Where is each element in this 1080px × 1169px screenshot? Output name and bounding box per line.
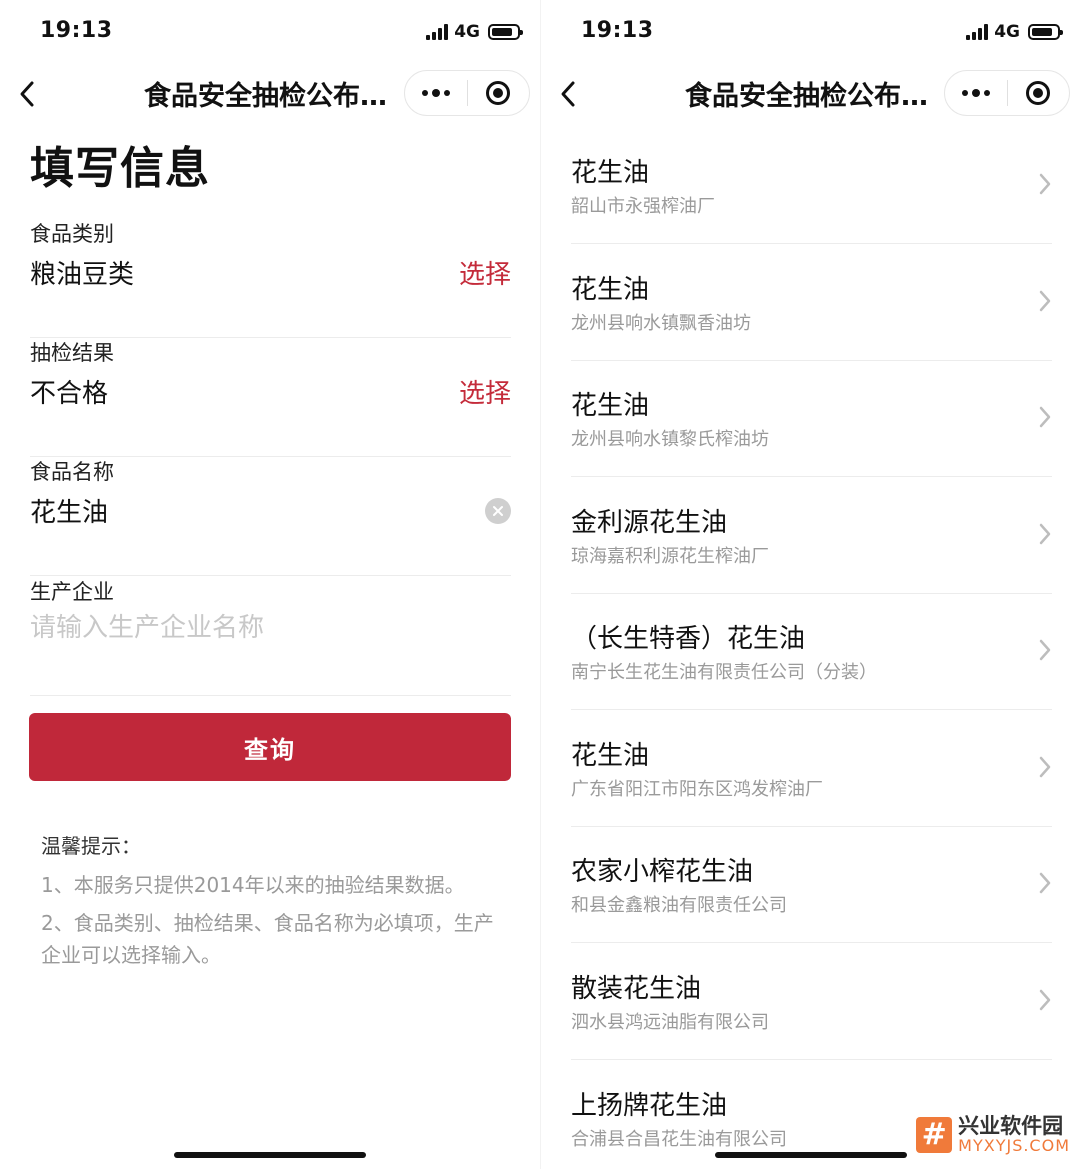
status-bar: 19:13 4G: [0, 0, 540, 64]
result-company: 琼海嘉积利源花生榨油厂: [571, 546, 769, 567]
close-icon: [493, 506, 503, 516]
more-dots-icon: [421, 89, 450, 97]
result-item[interactable]: （长生特香）花生油 南宁长生花生油有限责任公司（分装）: [571, 594, 1052, 710]
more-button[interactable]: [945, 71, 1007, 115]
result-name: 上扬牌花生油: [571, 1091, 728, 1121]
field-label: 生产企业: [30, 580, 114, 604]
tips-line: 1、本服务只提供2014年以来的抽验结果数据。: [41, 873, 465, 897]
result-name: 花生油: [571, 158, 650, 188]
network-label: 4G: [454, 22, 480, 42]
nav-bar: 食品安全抽检公布…: [0, 64, 540, 122]
chevron-left-icon: [561, 81, 575, 107]
food-category-field[interactable]: 食品类别 粮油豆类 选择: [30, 218, 511, 338]
result-company: 广东省阳江市阳东区鸿发榨油厂: [571, 779, 823, 800]
more-button[interactable]: [405, 71, 467, 115]
result-name: 金利源花生油: [571, 508, 728, 538]
signal-icon: [966, 24, 989, 40]
clear-input-button[interactable]: [485, 498, 511, 524]
watermark-name: 兴业软件园: [958, 1114, 1064, 1138]
miniprogram-capsule: [404, 70, 530, 116]
status-time: 19:13: [40, 18, 113, 43]
watermark-domain: MYXYJS.COM: [958, 1136, 1070, 1155]
status-time: 19:13: [581, 18, 654, 43]
result-name: （长生特香）花生油: [571, 624, 806, 654]
signal-icon: [426, 24, 449, 40]
result-name: 花生油: [571, 275, 650, 305]
result-name: 花生油: [571, 391, 650, 421]
field-label: 抽检结果: [30, 341, 114, 365]
result-item[interactable]: 花生油 龙州县响水镇飘香油坊: [571, 245, 1052, 361]
tips-section: 温馨提示： 1、本服务只提供2014年以来的抽验结果数据。 2、食品类别、抽检结…: [41, 830, 501, 971]
status-indicators: 4G: [426, 22, 523, 42]
result-company: 泗水县鸿远油脂有限公司: [571, 1012, 769, 1033]
watermark-logo: # 兴业软件园 MYXYJS.COM: [916, 1115, 1070, 1155]
back-button[interactable]: [10, 72, 46, 116]
close-miniprogram-button[interactable]: [468, 71, 530, 115]
back-button[interactable]: [551, 72, 587, 116]
select-button[interactable]: 选择: [459, 254, 511, 291]
result-item[interactable]: 散装花生油 泗水县鸿远油脂有限公司: [571, 944, 1052, 1060]
home-indicator[interactable]: [174, 1152, 366, 1158]
chevron-left-icon: [20, 81, 34, 107]
nav-title: 食品安全抽检公布…: [144, 81, 387, 112]
more-dots-icon: [961, 89, 990, 97]
chevron-right-icon: [1039, 756, 1051, 778]
watermark-text: 兴业软件园 MYXYJS.COM: [958, 1115, 1070, 1155]
result-item[interactable]: 农家小榨花生油 和县金鑫粮油有限责任公司: [571, 827, 1052, 943]
manufacturer-field: 生产企业: [30, 576, 511, 696]
result-name: 花生油: [571, 741, 650, 771]
food-name-field: 食品名称 花生油: [30, 456, 511, 576]
chevron-right-icon: [1039, 989, 1051, 1011]
query-button[interactable]: 查询: [29, 713, 511, 781]
result-company: 南宁长生花生油有限责任公司（分装）: [571, 662, 877, 683]
chevron-right-icon: [1039, 290, 1051, 312]
status-bar: 19:13 4G: [541, 0, 1080, 64]
chevron-right-icon: [1039, 406, 1051, 428]
chevron-right-icon: [1039, 872, 1051, 894]
field-value: 不合格: [30, 379, 109, 409]
result-company: 合浦县合昌花生油有限公司: [571, 1129, 787, 1150]
field-label: 食品名称: [30, 460, 114, 484]
tips-line: 2、食品类别、抽检结果、食品名称为必填项，生产企业可以选择输入。: [41, 911, 494, 967]
battery-icon: [1028, 24, 1063, 40]
manufacturer-input[interactable]: [30, 608, 470, 648]
page-title: 填写信息: [30, 143, 210, 194]
results-screen: 19:13 4G 食品安全抽检公布… 花生油 韶山市永强榨油厂 花生油 龙州县响…: [540, 0, 1080, 1169]
close-miniprogram-button[interactable]: [1008, 71, 1070, 115]
home-indicator[interactable]: [715, 1152, 907, 1158]
result-company: 龙州县响水镇黎氏榨油坊: [571, 429, 769, 450]
field-value: 粮油豆类: [30, 260, 135, 290]
result-item[interactable]: 花生油 广东省阳江市阳东区鸿发榨油厂: [571, 711, 1052, 827]
hash-logo-icon: #: [916, 1117, 953, 1153]
nav-title: 食品安全抽检公布…: [685, 81, 928, 112]
battery-icon: [488, 24, 523, 40]
result-company: 和县金鑫粮油有限责任公司: [571, 895, 787, 916]
result-item[interactable]: 金利源花生油 琼海嘉积利源花生榨油厂: [571, 478, 1052, 594]
form-screen: 19:13 4G 食品安全抽检公布… 填写信息 食品类别 粮油豆类 选择 抽检结…: [0, 0, 540, 1169]
chevron-right-icon: [1039, 523, 1051, 545]
target-icon: [486, 81, 511, 105]
field-label: 食品类别: [30, 222, 114, 246]
result-company: 韶山市永强榨油厂: [571, 196, 715, 217]
inspection-result-field[interactable]: 抽检结果 不合格 选择: [30, 337, 511, 457]
result-name: 散装花生油: [571, 974, 702, 1004]
result-item[interactable]: 花生油 龙州县响水镇黎氏榨油坊: [571, 361, 1052, 477]
network-label: 4G: [994, 22, 1020, 42]
result-company: 龙州县响水镇飘香油坊: [571, 313, 751, 334]
result-name: 农家小榨花生油: [571, 857, 754, 887]
nav-bar: 食品安全抽检公布…: [541, 64, 1080, 122]
miniprogram-capsule: [944, 70, 1070, 116]
chevron-right-icon: [1039, 173, 1051, 195]
status-indicators: 4G: [966, 22, 1063, 42]
result-item[interactable]: 花生油 韶山市永强榨油厂: [571, 128, 1052, 244]
food-name-input[interactable]: 花生油: [30, 492, 108, 529]
chevron-right-icon: [1039, 639, 1051, 661]
select-button[interactable]: 选择: [459, 373, 511, 410]
target-icon: [1026, 81, 1051, 105]
tips-title: 温馨提示：: [41, 834, 141, 858]
